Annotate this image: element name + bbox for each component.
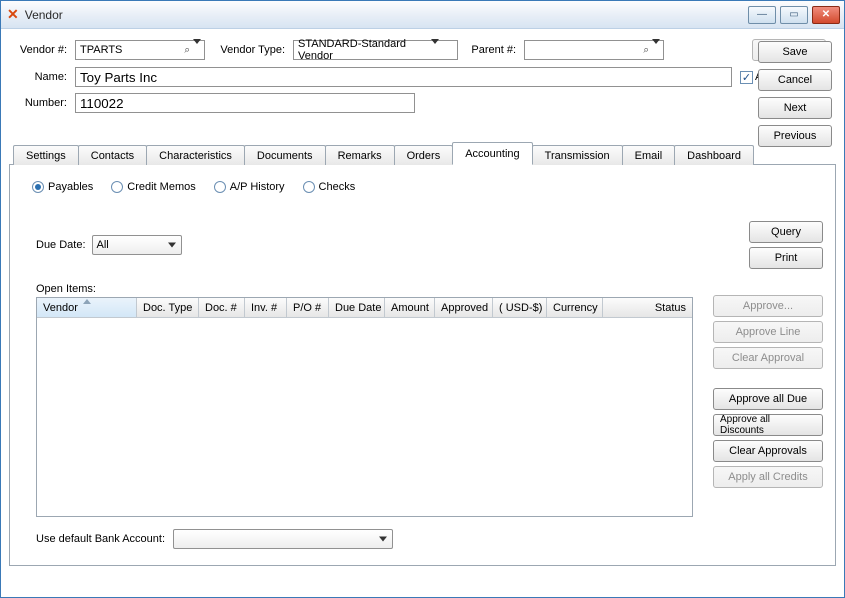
tab-settings[interactable]: Settings [13, 145, 79, 165]
bank-account-label: Use default Bank Account: [36, 533, 165, 545]
vendor-number-lookup[interactable]: TPARTS ⌕ [75, 40, 205, 60]
print-button[interactable]: Print [749, 247, 823, 269]
apply-all-credits-button: Apply all Credits [713, 466, 823, 488]
tab-documents[interactable]: Documents [244, 145, 326, 165]
search-icon: ⌕ [643, 45, 649, 56]
approve-all-discounts-button[interactable]: Approve all Discounts [713, 414, 823, 436]
close-button[interactable]: ✕ [812, 6, 840, 24]
tab-remarks[interactable]: Remarks [325, 145, 395, 165]
approve-button: Approve... [713, 295, 823, 317]
clear-approvals-button[interactable]: Clear Approvals [713, 440, 823, 462]
parent-number-lookup[interactable]: ⌕ [524, 40, 664, 60]
radio-ap-history[interactable]: A/P History [214, 181, 285, 193]
approve-line-button: Approve Line [713, 321, 823, 343]
tab-dashboard[interactable]: Dashboard [674, 145, 754, 165]
col-doc-num[interactable]: Doc. # [199, 298, 245, 317]
open-items-grid[interactable]: Vendor Doc. Type Doc. # Inv. # P/O # Due… [36, 297, 693, 517]
tab-transmission[interactable]: Transmission [532, 145, 623, 165]
next-button[interactable]: Next [758, 97, 832, 119]
cancel-button[interactable]: Cancel [758, 69, 832, 91]
name-field[interactable] [75, 67, 732, 87]
bank-account-select[interactable] [173, 529, 393, 549]
chevron-down-icon [652, 44, 660, 56]
vendor-window: ✕ Vendor — ▭ ✕ Vendor #: TPARTS ⌕ Vendor… [0, 0, 845, 598]
approve-all-due-button[interactable]: Approve all Due [713, 388, 823, 410]
due-date-label: Due Date: [36, 239, 86, 251]
number-field[interactable] [75, 93, 415, 113]
radio-payables[interactable]: Payables [32, 181, 93, 193]
chevron-down-icon [193, 44, 201, 56]
due-date-select[interactable]: All [92, 235, 182, 255]
tab-accounting[interactable]: Accounting [452, 142, 532, 165]
radio-checks[interactable]: Checks [303, 181, 356, 193]
minimize-button[interactable]: — [748, 6, 776, 24]
col-usd[interactable]: ( USD-$) [493, 298, 547, 317]
col-approved[interactable]: Approved [435, 298, 493, 317]
vendor-number-value: TPARTS [80, 44, 122, 56]
tab-email[interactable]: Email [622, 145, 676, 165]
vendor-type-value: STANDARD-Standard Vendor [298, 38, 431, 62]
col-doc-type[interactable]: Doc. Type [137, 298, 199, 317]
window-controls: — ▭ ✕ [744, 6, 844, 24]
maximize-icon: ▭ [789, 9, 798, 20]
tab-contacts[interactable]: Contacts [78, 145, 147, 165]
col-status[interactable]: Status [603, 298, 692, 317]
grid-header: Vendor Doc. Type Doc. # Inv. # P/O # Due… [37, 298, 692, 318]
col-due-date[interactable]: Due Date [329, 298, 385, 317]
col-currency[interactable]: Currency [547, 298, 603, 317]
col-inv-num[interactable]: Inv. # [245, 298, 287, 317]
close-icon: ✕ [822, 9, 830, 20]
active-checkbox[interactable]: ✓ [740, 71, 753, 84]
parent-number-label: Parent #: [462, 44, 520, 56]
query-button[interactable]: Query [749, 221, 823, 243]
maximize-button[interactable]: ▭ [780, 6, 808, 24]
chevron-down-icon [379, 537, 387, 542]
radio-credit-memos[interactable]: Credit Memos [111, 181, 195, 193]
number-label: Number: [9, 97, 71, 109]
open-items-label: Open Items: [36, 283, 823, 295]
chevron-down-icon [431, 44, 439, 56]
accounting-panel: Payables Credit Memos A/P History Checks… [9, 165, 836, 566]
col-amount[interactable]: Amount [385, 298, 435, 317]
col-vendor[interactable]: Vendor [37, 298, 137, 317]
sort-asc-icon [83, 299, 91, 304]
vendor-type-select[interactable]: STANDARD-Standard Vendor [293, 40, 458, 60]
tab-characteristics[interactable]: Characteristics [146, 145, 245, 165]
chevron-down-icon [168, 243, 176, 248]
save-button[interactable]: Save [758, 41, 832, 63]
window-title: Vendor [25, 8, 744, 22]
col-po-num[interactable]: P/O # [287, 298, 329, 317]
name-label: Name: [9, 71, 71, 83]
tab-orders[interactable]: Orders [394, 145, 454, 165]
vendor-number-label: Vendor #: [9, 44, 71, 56]
search-icon: ⌕ [184, 45, 190, 56]
app-icon: ✕ [7, 6, 19, 23]
tabstrip: Settings Contacts Characteristics Docume… [9, 141, 836, 165]
minimize-icon: — [757, 9, 767, 20]
titlebar: ✕ Vendor — ▭ ✕ [1, 1, 844, 29]
clear-approval-button: Clear Approval [713, 347, 823, 369]
vendor-type-label: Vendor Type: [209, 44, 289, 56]
